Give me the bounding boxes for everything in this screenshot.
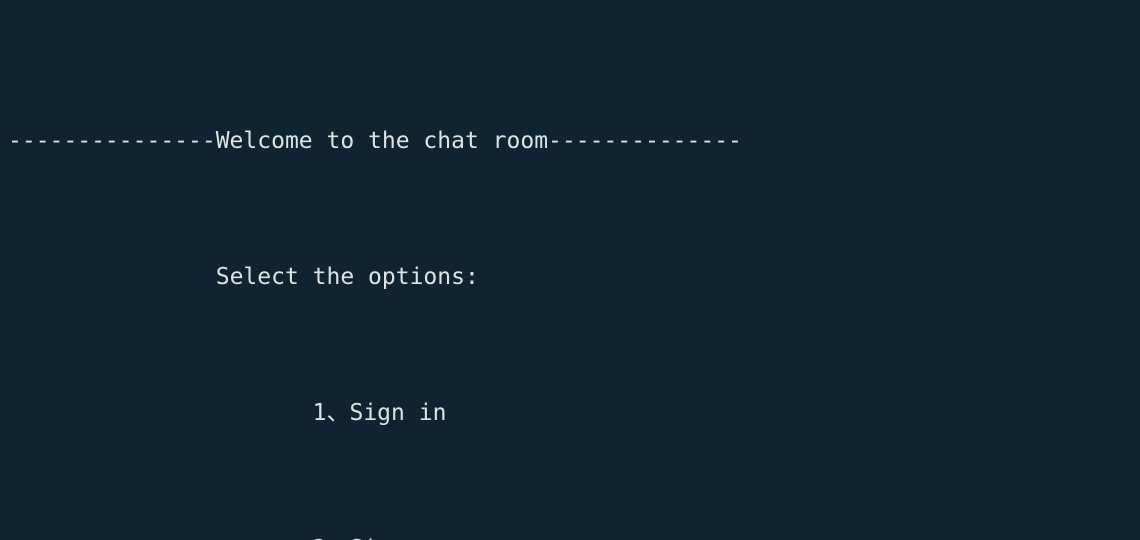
menu-item-indent bbox=[8, 400, 313, 426]
menu-item-sign-up-label: 2、Sign up bbox=[313, 536, 447, 540]
banner-line: ---------------Welcome to the chat room-… bbox=[8, 128, 742, 154]
menu-heading-indent bbox=[8, 264, 216, 290]
terminal-window[interactable]: ---------------Welcome to the chat room-… bbox=[0, 0, 1140, 540]
menu-heading-text: Select the options: bbox=[215, 264, 479, 290]
menu-item-sign-in-label: 1、Sign in bbox=[312, 400, 447, 426]
menu-heading-line: Select the options: bbox=[8, 260, 1140, 294]
clipped-next-line: # bbox=[8, 534, 285, 540]
menu-item-sign-in[interactable]: 1、Sign in bbox=[8, 396, 1140, 430]
terminal-output: ---------------Welcome to the chat room-… bbox=[8, 22, 1140, 540]
